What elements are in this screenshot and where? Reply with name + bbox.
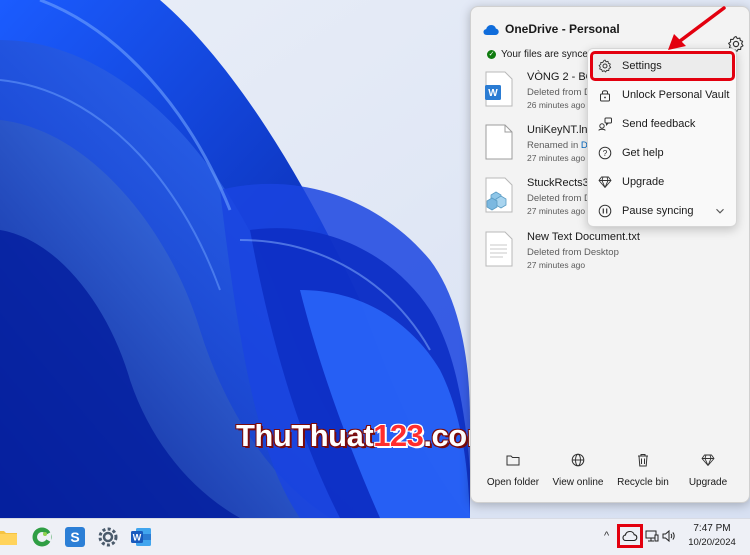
diamond-icon — [701, 454, 715, 466]
tray-overflow-chevron[interactable]: ^ — [604, 530, 609, 542]
tray-highlight-box — [617, 524, 643, 548]
settings-icon[interactable] — [97, 526, 119, 548]
file-time: 27 minutes ago — [527, 206, 586, 216]
svg-text:S: S — [70, 529, 79, 545]
app-title: OneDrive - Personal — [505, 22, 620, 36]
diamond-icon — [598, 176, 612, 188]
feedback-icon — [598, 117, 612, 131]
menu-item-unlock-vault[interactable]: Unlock Personal Vault — [592, 82, 733, 108]
trash-icon — [638, 454, 648, 467]
word-doc-icon: W — [485, 71, 513, 107]
menu-item-label: Settings — [622, 60, 662, 72]
watermark-logo: ThuThuat123.com — [236, 418, 494, 453]
svg-text:W: W — [488, 88, 498, 99]
globe-icon — [571, 453, 585, 467]
file-time: 27 minutes ago — [527, 260, 586, 270]
pause-icon — [598, 204, 612, 218]
file-detail: Renamed in De — [527, 140, 593, 151]
volume-icon[interactable] — [662, 529, 676, 543]
file-detail: Deleted from Desktop — [527, 247, 619, 258]
file-row[interactable]: New Text Document.txt Deleted from Deskt… — [483, 231, 739, 279]
action-bar: Open folder View online Recycle bin Upgr… — [471, 447, 749, 497]
open-folder-button[interactable]: Open folder — [481, 447, 545, 493]
sync-status: ✓ Your files are synced — [487, 47, 593, 61]
menu-item-upgrade[interactable]: Upgrade — [592, 169, 733, 195]
svg-text:W: W — [133, 533, 142, 543]
svg-text:?: ? — [603, 148, 608, 158]
recycle-bin-button[interactable]: Recycle bin — [611, 447, 675, 493]
folder-icon — [506, 455, 520, 466]
text-file-icon — [485, 231, 513, 267]
registry-file-icon — [485, 177, 513, 213]
word-icon[interactable]: W — [130, 526, 152, 548]
file-name: New Text Document.txt — [527, 231, 640, 243]
coccoc-browser-icon[interactable] — [31, 526, 53, 548]
file-detail: Deleted from D — [527, 87, 591, 98]
chevron-down-icon[interactable] — [715, 206, 725, 216]
file-explorer-icon[interactable] — [0, 526, 18, 548]
snagit-icon[interactable]: S — [64, 526, 86, 548]
menu-item-send-feedback[interactable]: Send feedback — [592, 111, 733, 137]
lock-icon — [600, 90, 610, 102]
sync-ok-icon: ✓ — [487, 49, 496, 59]
network-icon[interactable] — [645, 529, 659, 543]
blank-file-icon — [485, 124, 513, 160]
file-name: StuckRects3. — [527, 177, 592, 189]
file-detail: Deleted from D — [527, 193, 591, 204]
menu-item-label: Send feedback — [622, 118, 696, 130]
annotation-arrow — [668, 6, 726, 50]
file-name: VÒNG 2 - BỘ — [527, 71, 595, 83]
menu-item-label: Get help — [622, 147, 664, 159]
clock-date: 10/20/2024 — [688, 537, 736, 548]
gear-icon — [598, 59, 612, 73]
taskbar-clock[interactable]: 7:47 PM 10/20/2024 — [684, 523, 740, 548]
file-time: 26 minutes ago — [527, 100, 586, 110]
menu-item-settings[interactable]: Settings — [590, 51, 735, 81]
settings-menu: Settings Unlock Personal Vault Send feed… — [587, 48, 737, 227]
clock-time: 7:47 PM — [693, 523, 731, 534]
menu-item-pause-syncing[interactable]: Pause syncing — [592, 198, 733, 224]
view-online-button[interactable]: View online — [546, 447, 610, 493]
file-time: 27 minutes ago — [527, 153, 586, 163]
menu-item-label: Unlock Personal Vault — [622, 89, 730, 101]
menu-item-label: Pause syncing — [622, 205, 694, 217]
menu-item-label: Upgrade — [622, 176, 665, 188]
help-icon: ? — [598, 146, 612, 160]
upgrade-button[interactable]: Upgrade — [676, 447, 740, 493]
file-name: UniKeyNT.lnk — [527, 124, 594, 136]
sync-status-text: Your files are synced — [501, 48, 594, 60]
menu-item-get-help[interactable]: ? Get help — [592, 140, 733, 166]
onedrive-cloud-icon — [483, 25, 499, 35]
